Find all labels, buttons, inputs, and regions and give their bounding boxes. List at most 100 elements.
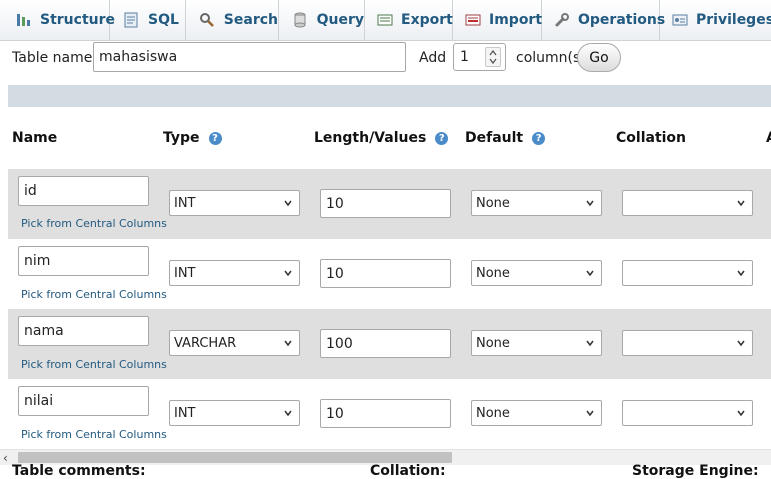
tab-operations[interactable]: Operations	[542, 0, 665, 40]
add-label: Add	[419, 50, 447, 66]
tab-label: Structure	[40, 12, 116, 28]
add-columns-stepper[interactable]: 1	[453, 43, 506, 71]
help-icon[interactable]	[532, 131, 546, 145]
type-select[interactable]: INT	[169, 400, 300, 426]
chevron-down-icon	[737, 200, 745, 207]
scroll-left-icon[interactable]: ‹	[3, 451, 8, 465]
tab-query[interactable]: Query	[279, 0, 365, 40]
header-band	[8, 85, 771, 107]
header-name: Name	[12, 130, 57, 146]
length-input[interactable]: 10	[320, 189, 451, 218]
column-name-input[interactable]: id	[18, 176, 149, 206]
collation-select[interactable]	[622, 400, 753, 426]
help-icon[interactable]	[435, 131, 449, 145]
table-row: nilai Pick from Central Columns INT 10 N…	[8, 379, 771, 449]
storage-engine-label: Storage Engine:	[632, 463, 759, 479]
chevron-down-icon	[284, 270, 292, 277]
table-row: nama Pick from Central Columns VARCHAR 1…	[8, 309, 771, 379]
length-input[interactable]: 10	[320, 399, 451, 428]
tab-label: Operations	[578, 12, 666, 28]
wrench-icon	[554, 11, 570, 29]
table-name-label: Table name:	[12, 50, 98, 66]
default-select[interactable]: None	[471, 260, 602, 286]
collation-select[interactable]	[622, 190, 753, 216]
top-tab-bar: Structure SQL Search Query Export Import…	[0, 0, 771, 41]
default-value: None	[476, 405, 510, 421]
chevron-down-icon	[586, 270, 594, 277]
chevron-down-icon	[586, 200, 594, 207]
pick-central-columns-link[interactable]: Pick from Central Columns	[21, 428, 167, 441]
columns-label: column(s)	[516, 50, 586, 66]
export-icon	[377, 11, 393, 29]
chevron-down-icon	[737, 270, 745, 277]
tab-privileges[interactable]: Privileges	[660, 0, 771, 40]
default-select[interactable]: None	[471, 400, 602, 426]
scrollbar-thumb[interactable]	[18, 452, 452, 463]
header-length: Length/Values	[314, 130, 449, 146]
default-select[interactable]: None	[471, 190, 602, 216]
type-value: VARCHAR	[174, 335, 237, 351]
table-name-input[interactable]: mahasiswa	[93, 42, 406, 72]
query-icon	[291, 11, 309, 29]
chevron-down-icon	[586, 410, 594, 417]
chevron-down-icon	[284, 410, 292, 417]
length-input[interactable]: 10	[320, 259, 451, 288]
length-input[interactable]: 100	[320, 329, 451, 358]
header-type: Type	[163, 130, 222, 146]
table-comments-label: Table comments:	[12, 463, 146, 479]
type-value: INT	[174, 405, 196, 421]
pick-central-columns-link[interactable]: Pick from Central Columns	[21, 217, 167, 230]
go-button[interactable]: Go	[577, 43, 621, 72]
tab-label: Query	[316, 12, 364, 28]
type-value: INT	[174, 265, 196, 281]
type-value: INT	[174, 195, 196, 211]
tab-label: Export	[401, 12, 453, 28]
stepper-arrows-icon[interactable]	[485, 47, 501, 67]
tab-search[interactable]: Search	[186, 0, 279, 40]
add-columns-value: 1	[460, 49, 469, 65]
column-name-input[interactable]: nilai	[18, 386, 149, 416]
header-collation: Collation	[616, 130, 686, 146]
collation-bottom-label: Collation:	[370, 463, 446, 479]
chevron-down-icon	[586, 340, 594, 347]
chevron-down-icon	[737, 410, 745, 417]
privileges-icon	[672, 11, 688, 29]
column-name-input[interactable]: nama	[18, 316, 149, 346]
tab-sql[interactable]: SQL	[110, 0, 186, 40]
structure-icon	[16, 11, 32, 29]
default-value: None	[476, 195, 510, 211]
type-select[interactable]: INT	[169, 260, 300, 286]
tab-label: Privileges	[696, 12, 771, 28]
tab-import[interactable]: Import	[453, 0, 542, 40]
table-row: id Pick from Central Columns INT 10 None	[8, 169, 771, 239]
table-row: nim Pick from Central Columns INT 10 Non…	[8, 239, 771, 309]
type-select[interactable]: INT	[169, 190, 300, 216]
tab-structure[interactable]: Structure	[0, 0, 115, 40]
chevron-down-icon	[284, 340, 292, 347]
import-icon	[465, 11, 481, 29]
tab-export[interactable]: Export	[365, 0, 453, 40]
header-default: Default	[465, 130, 546, 146]
tab-label: SQL	[148, 12, 179, 28]
collation-select[interactable]	[622, 330, 753, 356]
default-value: None	[476, 265, 510, 281]
collation-select[interactable]	[622, 260, 753, 286]
type-select[interactable]: VARCHAR	[169, 330, 300, 356]
help-icon[interactable]	[208, 131, 222, 145]
chevron-down-icon	[737, 340, 745, 347]
header-attributes-label: A	[766, 130, 771, 146]
search-icon	[198, 11, 216, 29]
sql-icon	[122, 11, 140, 29]
pick-central-columns-link[interactable]: Pick from Central Columns	[21, 288, 167, 301]
header-default-label: Default	[465, 130, 524, 146]
header-length-label: Length/Values	[314, 130, 427, 146]
header-name-label: Name	[12, 130, 58, 146]
pick-central-columns-link[interactable]: Pick from Central Columns	[21, 358, 167, 371]
chevron-down-icon	[284, 200, 292, 207]
tab-label: Import	[489, 12, 543, 28]
default-select[interactable]: None	[471, 330, 602, 356]
header-type-label: Type	[163, 130, 200, 146]
header-collation-label: Collation	[616, 130, 687, 146]
header-attributes: A	[766, 130, 771, 146]
column-name-input[interactable]: nim	[18, 246, 149, 276]
